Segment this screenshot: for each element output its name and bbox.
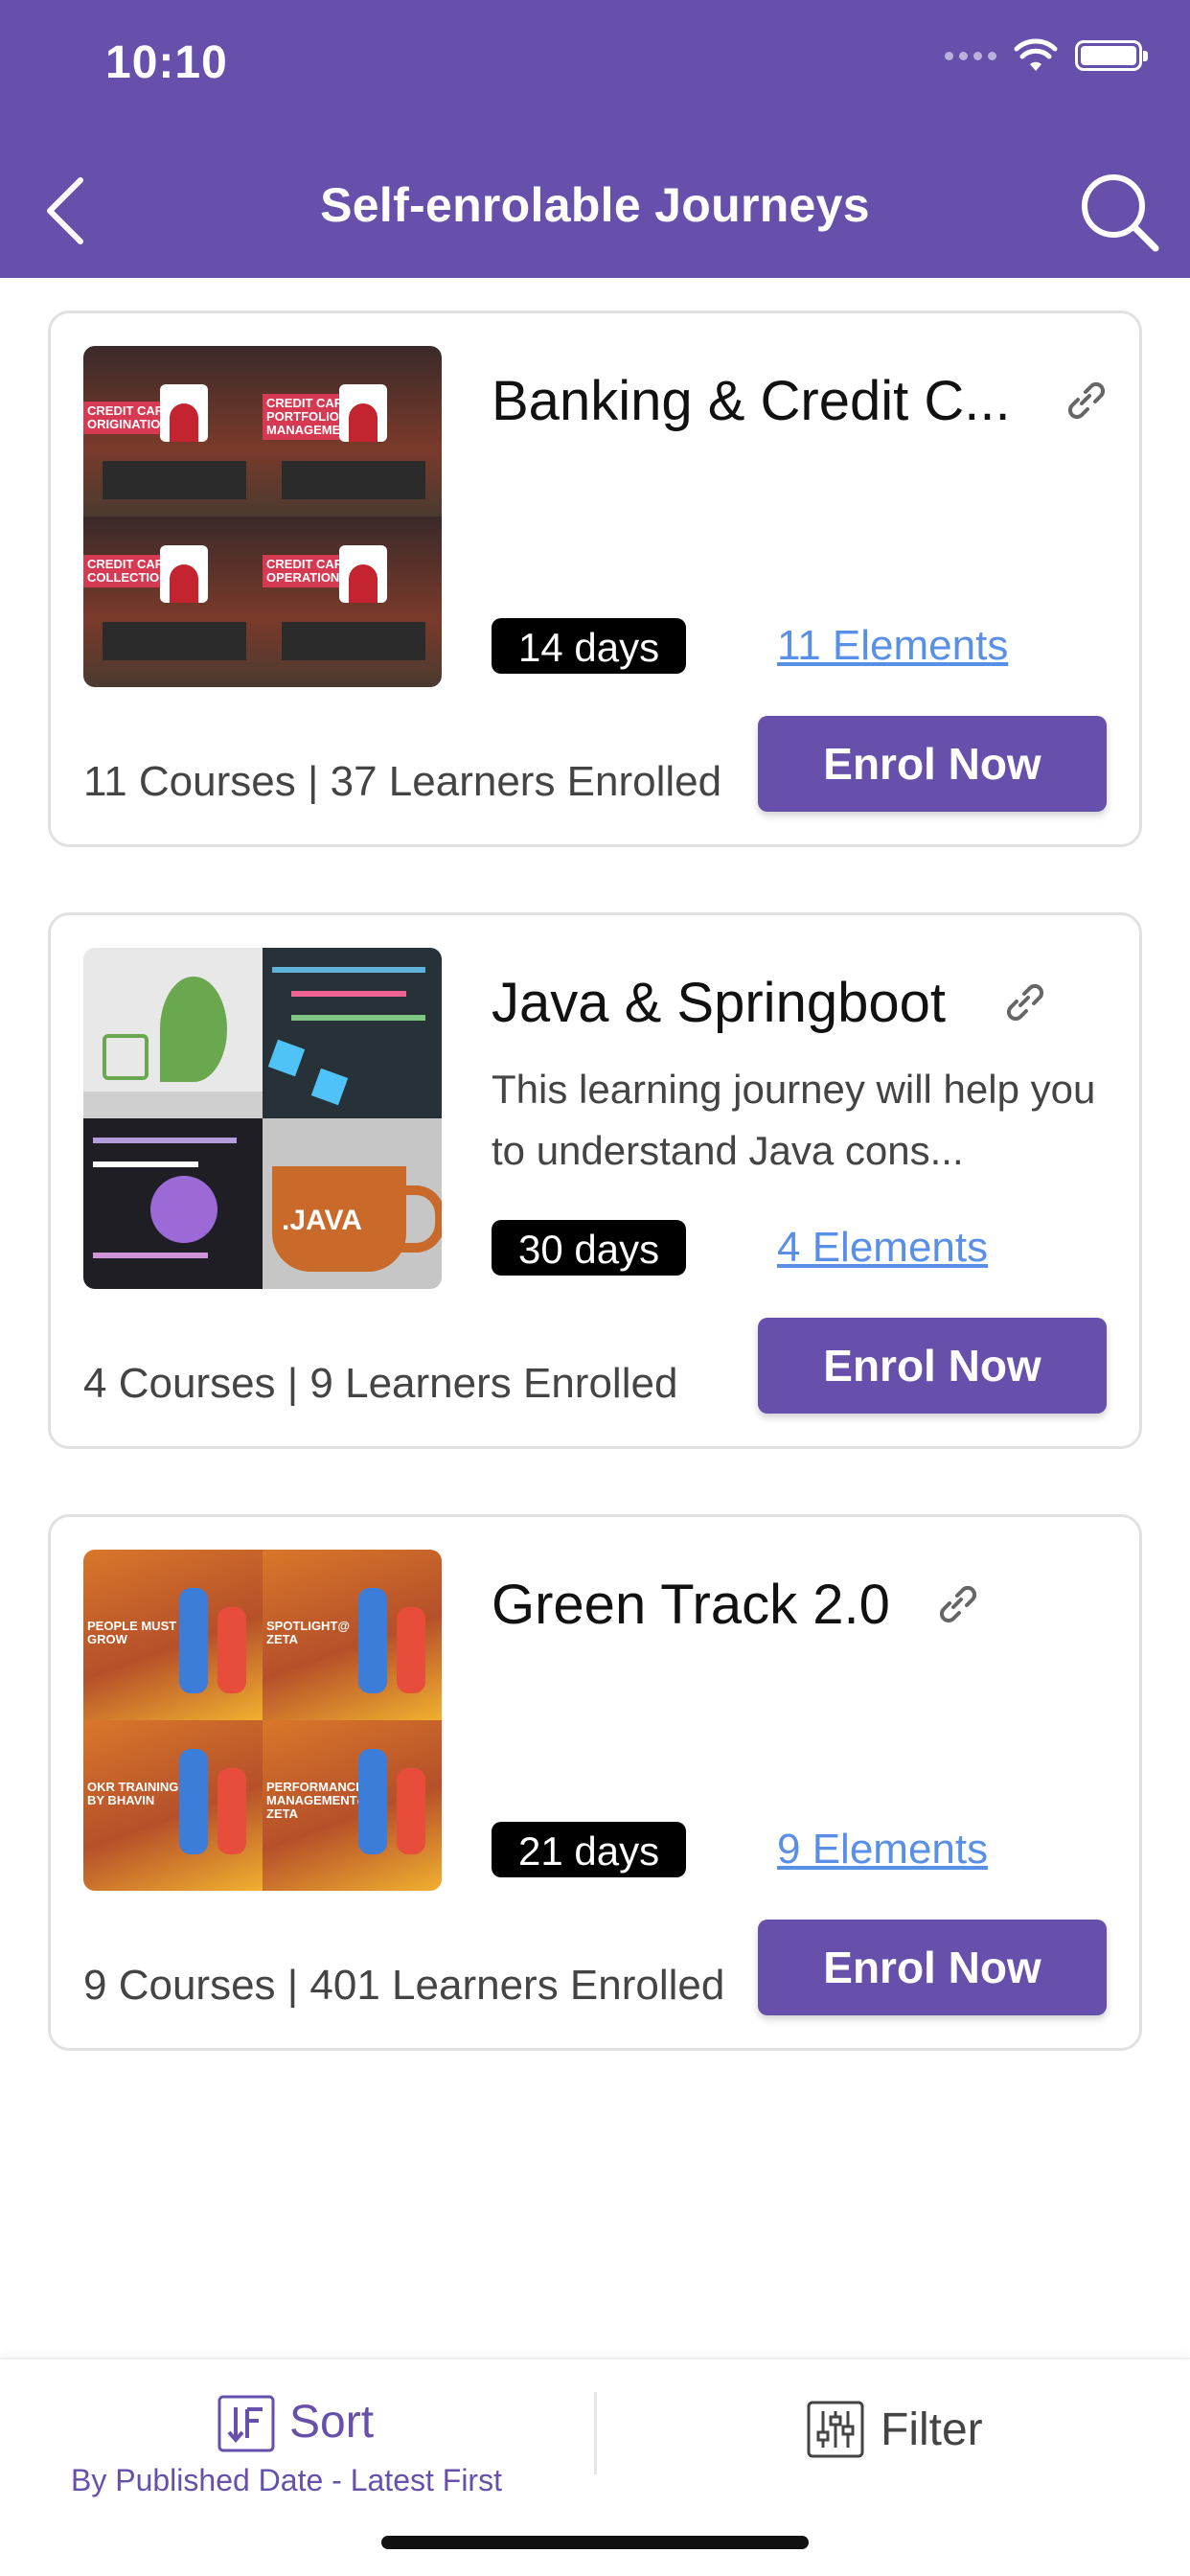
enrol-now-button[interactable]: Enrol Now: [758, 716, 1107, 812]
thumbnail-tile: SPOTLIGHT@ ZETA: [263, 1550, 442, 1720]
duration-badge: 21 days: [492, 1822, 687, 1877]
elements-link[interactable]: 4 Elements: [777, 1224, 988, 1272]
sort-button[interactable]: Sort By Published Date - Latest First: [0, 2359, 594, 2513]
thumbnail-tile: CREDIT CARDS COLLECTIONS: [83, 517, 263, 687]
thumbnail-tile: OKR TRAINING BY BHAVIN: [83, 1720, 263, 1891]
journey-card[interactable]: .JAVA Java & Springboot This learning jo…: [48, 912, 1142, 1449]
thumbnail-tile: .JAVA: [263, 1118, 442, 1289]
enrol-now-button[interactable]: Enrol Now: [758, 1318, 1107, 1414]
link-icon[interactable]: [930, 1576, 984, 1630]
journey-stats: 11 Courses | 37 Learners Enrolled: [83, 758, 722, 805]
link-icon[interactable]: [1059, 373, 1112, 426]
journey-title: Green Track 2.0: [492, 1574, 890, 1636]
sort-order-label: By Published Date - Latest First: [71, 2463, 502, 2497]
search-button[interactable]: [1075, 168, 1161, 254]
status-icons: [945, 38, 1148, 73]
thumbnail-tile: PERFORMANCE MANAGEMENT@ ZETA: [263, 1720, 442, 1891]
wifi-icon: [1014, 38, 1058, 71]
sort-icon: [217, 2395, 275, 2452]
filter-label: Filter: [881, 2404, 983, 2455]
filter-button[interactable]: Filter: [597, 2359, 1190, 2513]
bottom-action-bar: Sort By Published Date - Latest First Fi…: [0, 2358, 1190, 2513]
home-indicator[interactable]: [381, 2536, 809, 2549]
thumbnail-tile: CREDIT CARDS PORTFOLIO MANAGEMENT: [263, 346, 442, 517]
thumbnail-tile: [83, 1118, 263, 1289]
duration-badge: 14 days: [492, 618, 687, 674]
cellular-signal-icon: [945, 51, 996, 60]
journey-stats: 9 Courses | 401 Learners Enrolled: [83, 1962, 725, 2009]
journey-thumbnail: .JAVA: [83, 948, 442, 1289]
journey-title: Java & Springboot: [492, 972, 946, 1034]
journey-stats: 4 Courses | 9 Learners Enrolled: [83, 1360, 678, 1407]
journey-description: This learning journey will help you to u…: [492, 1067, 1096, 1173]
sort-label: Sort: [289, 2397, 375, 2448]
thumbnail-label: .JAVA: [282, 1205, 362, 1236]
link-icon[interactable]: [997, 975, 1051, 1028]
filter-sliders-icon: [807, 2401, 864, 2458]
elements-link[interactable]: 11 Elements: [777, 622, 1008, 670]
journey-card[interactable]: PEOPLE MUST GROW SPOTLIGHT@ ZETA OKR TRA…: [48, 1514, 1142, 2051]
duration-badge: 30 days: [492, 1220, 687, 1276]
journey-thumbnail: CREDIT CARDS ORIGINATION CREDIT CARDS PO…: [83, 346, 442, 687]
thumbnail-tile: PEOPLE MUST GROW: [83, 1550, 263, 1720]
thumbnail-tile: [83, 948, 263, 1118]
elements-link[interactable]: 9 Elements: [777, 1826, 988, 1874]
page-title: Self-enrolable Journeys: [320, 178, 870, 232]
journey-title: Banking & Credit C...: [492, 370, 1011, 432]
status-time: 10:10: [105, 37, 228, 88]
thumbnail-tile: CREDIT CARDS ORIGINATION: [83, 346, 263, 517]
app-header: 10:10 Self-enrolable Journeys: [0, 0, 1190, 278]
journey-card[interactable]: CREDIT CARDS ORIGINATION CREDIT CARDS PO…: [48, 310, 1142, 847]
thumbnail-tile: [263, 948, 442, 1118]
thumbnail-tile: CREDIT CARDS OPERATIONS: [263, 517, 442, 687]
battery-icon: [1075, 40, 1148, 71]
enrol-now-button[interactable]: Enrol Now: [758, 1920, 1107, 2015]
journey-thumbnail: PEOPLE MUST GROW SPOTLIGHT@ ZETA OKR TRA…: [83, 1550, 442, 1891]
